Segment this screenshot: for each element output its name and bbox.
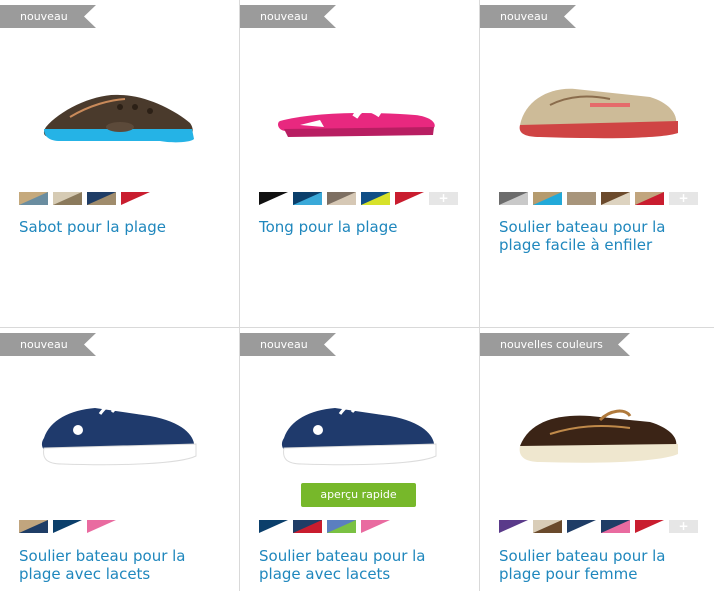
color-swatches: + — [259, 192, 458, 205]
color-swatch[interactable] — [19, 192, 48, 205]
boat-shoe-image[interactable] — [480, 380, 714, 490]
color-swatch[interactable] — [635, 520, 664, 533]
product-card[interactable]: nouveau Soulier bateau pour la plage ave… — [0, 328, 239, 591]
more-colors-button[interactable]: + — [429, 192, 458, 205]
more-colors-button[interactable]: + — [669, 192, 698, 205]
product-title[interactable]: Soulier bateau pour la plage pour femme — [499, 547, 704, 583]
color-swatches — [19, 520, 116, 533]
color-swatch[interactable] — [499, 520, 528, 533]
quick-view-button[interactable]: aperçu rapide — [301, 483, 416, 507]
color-swatch[interactable] — [601, 192, 630, 205]
color-swatch[interactable] — [327, 520, 356, 533]
product-card[interactable]: nouveau + Tong pour la plage — [240, 0, 479, 327]
color-swatch[interactable] — [601, 520, 630, 533]
product-title[interactable]: Soulier bateau pour la plage facile à en… — [499, 218, 704, 254]
color-swatch[interactable] — [259, 520, 288, 533]
color-swatches: + — [499, 192, 698, 205]
color-swatch[interactable] — [533, 520, 562, 533]
more-colors-button[interactable]: + — [669, 520, 698, 533]
new-tag: nouveau — [480, 5, 576, 28]
color-swatch[interactable] — [567, 520, 596, 533]
laceup-shoe-image[interactable] — [0, 380, 240, 490]
new-colors-tag: nouvelles couleurs — [480, 333, 630, 356]
flipflop-image[interactable] — [240, 55, 480, 165]
product-title[interactable]: Tong pour la plage — [259, 218, 464, 236]
clog-shoe-image[interactable] — [0, 55, 240, 165]
product-title[interactable]: Soulier bateau pour la plage avec lacets — [19, 547, 224, 583]
new-tag: nouveau — [0, 5, 96, 28]
product-title[interactable]: Sabot pour la plage — [19, 218, 224, 236]
color-swatch[interactable] — [327, 192, 356, 205]
laceup-shoe-image[interactable] — [240, 380, 480, 490]
color-swatch[interactable] — [361, 520, 390, 533]
color-swatch[interactable] — [533, 192, 562, 205]
color-swatch[interactable] — [53, 192, 82, 205]
color-swatch[interactable] — [259, 192, 288, 205]
product-card[interactable]: nouveau Soulier bateau pour la plage ave… — [240, 328, 479, 591]
product-title[interactable]: Soulier bateau pour la plage avec lacets — [259, 547, 464, 583]
color-swatches — [19, 192, 150, 205]
color-swatch[interactable] — [53, 520, 82, 533]
product-card[interactable]: nouveau + Soulier bateau pour la plage f… — [480, 0, 714, 327]
product-card[interactable]: nouvelles couleurs + Soulier bateau pour… — [480, 328, 714, 591]
color-swatch[interactable] — [293, 192, 322, 205]
color-swatch[interactable] — [635, 192, 664, 205]
color-swatch[interactable] — [361, 192, 390, 205]
new-tag: nouveau — [0, 333, 96, 356]
color-swatch[interactable] — [19, 520, 48, 533]
new-tag: nouveau — [240, 5, 336, 28]
color-swatch[interactable] — [87, 192, 116, 205]
color-swatch[interactable] — [121, 192, 150, 205]
color-swatch[interactable] — [395, 192, 424, 205]
color-swatch[interactable] — [567, 192, 596, 205]
color-swatch[interactable] — [499, 192, 528, 205]
slipon-shoe-image[interactable] — [480, 55, 714, 165]
color-swatch[interactable] — [87, 520, 116, 533]
color-swatches — [259, 520, 390, 533]
product-card[interactable]: nouveau Sabot pour la plage — [0, 0, 239, 327]
color-swatches: + — [499, 520, 698, 533]
color-swatch[interactable] — [293, 520, 322, 533]
new-tag: nouveau — [240, 333, 336, 356]
